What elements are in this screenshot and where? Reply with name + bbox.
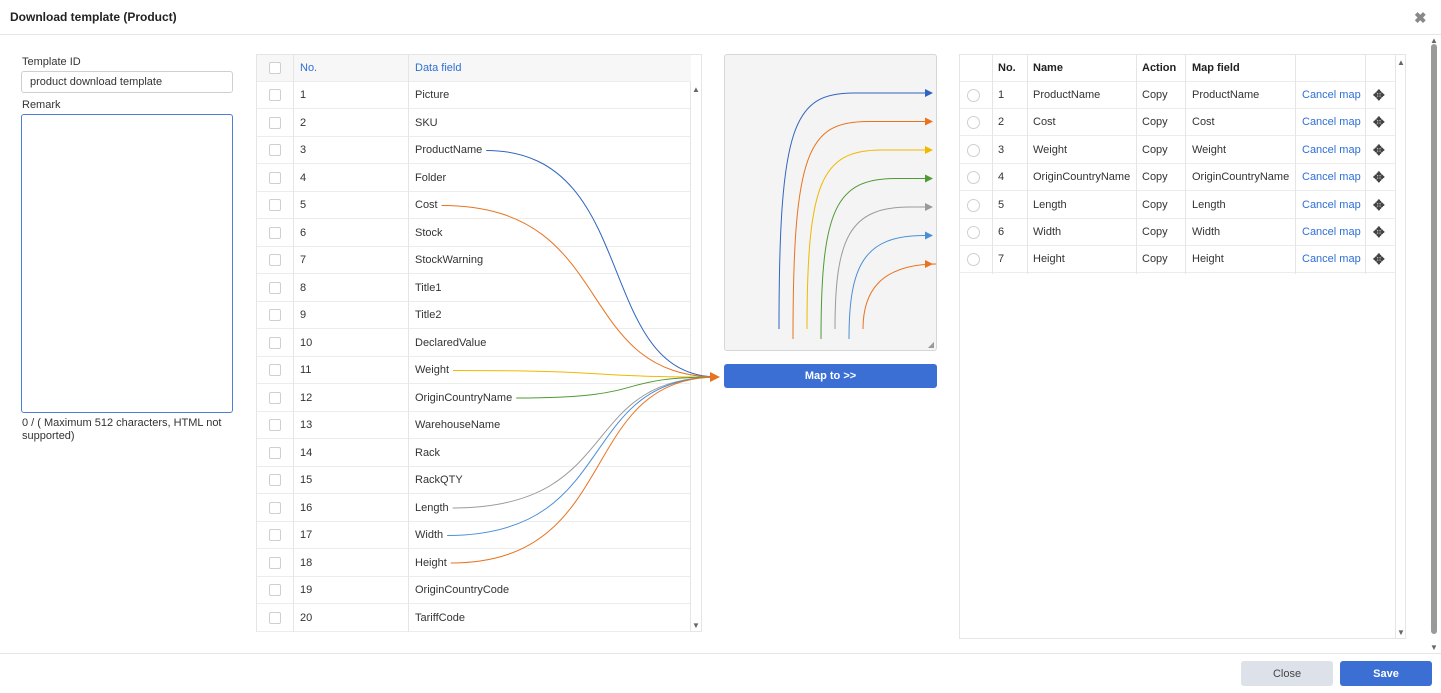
row-name: Cost [1033, 116, 1056, 129]
mapping-arrowhead [710, 372, 720, 382]
row-number: 2 [998, 116, 1005, 129]
column-divider [992, 55, 993, 274]
cancel-map-link[interactable]: Cancel map [1302, 164, 1361, 191]
drag-handle-icon[interactable]: ✥ [1373, 219, 1385, 246]
table-row[interactable]: 5 Length Copy Length Cancel map ✥ [960, 192, 1395, 219]
preview-arrowhead [925, 146, 933, 154]
column-divider [1365, 55, 1366, 274]
scroll-up-arrow[interactable]: ▲ [1397, 58, 1405, 67]
target-table-header: No. Name Action Map field [960, 55, 1395, 82]
row-radio[interactable] [967, 171, 980, 185]
row-number: 4 [998, 171, 1005, 184]
preview-arrow-line [792, 121, 925, 340]
preview-arrow-line [862, 263, 936, 330]
row-map-field: Length [1192, 198, 1226, 211]
row-action: Copy [1142, 226, 1168, 238]
mapping-line [486, 150, 719, 378]
column-divider [1185, 55, 1186, 274]
page-scrollbar-thumb[interactable] [1431, 44, 1437, 634]
row-map-field: Height [1192, 253, 1224, 266]
row-name: Length [1033, 198, 1067, 211]
cancel-map-link[interactable]: Cancel map [1302, 82, 1361, 109]
preview-arrow-line [848, 235, 925, 340]
table-row[interactable]: 7 Height Copy Height Cancel map ✥ [960, 246, 1395, 274]
row-number: 6 [998, 226, 1005, 238]
cancel-map-link[interactable]: Cancel map [1302, 219, 1361, 246]
table-row[interactable]: 6 Width Copy Width Cancel map ✥ [960, 219, 1395, 246]
table-row[interactable]: 2 Cost Copy Cost Cancel map ✥ [960, 109, 1395, 137]
mapping-preview-box: ◢ [724, 54, 937, 351]
action-column-header: Action [1142, 62, 1177, 74]
no-column-header: No. [998, 62, 1016, 74]
row-action: Copy [1142, 253, 1168, 266]
row-action: Copy [1142, 143, 1168, 156]
name-column-header: Name [1033, 62, 1063, 74]
row-map-field: Weight [1192, 143, 1227, 156]
mapping-preview-arrows [778, 89, 936, 340]
preview-arrowhead [925, 203, 933, 211]
row-radio[interactable] [967, 116, 980, 130]
column-divider [1136, 55, 1137, 274]
mapping-line [441, 205, 719, 378]
drag-handle-icon[interactable]: ✥ [1373, 164, 1385, 191]
row-radio[interactable] [967, 253, 980, 267]
row-radio[interactable] [967, 198, 980, 212]
row-action: Copy [1142, 198, 1168, 211]
preview-arrowhead [925, 231, 933, 240]
map-to-button[interactable]: Map to >> [724, 364, 937, 388]
close-button[interactable]: Close [1241, 661, 1333, 686]
target-mapping-table: No. Name Action Map field 1 ProductName Co… [959, 54, 1406, 639]
row-radio[interactable] [967, 143, 980, 157]
footer-divider [0, 653, 1441, 654]
drag-handle-icon[interactable]: ✥ [1373, 137, 1385, 164]
table-row[interactable]: 4 OriginCountryName Copy OriginCountryName C… [960, 164, 1395, 192]
row-action: Copy [1142, 116, 1168, 129]
row-map-field: ProductName [1192, 89, 1260, 101]
drag-handle-icon[interactable]: ✥ [1373, 109, 1385, 136]
row-name: Height [1033, 253, 1065, 266]
row-radio[interactable] [967, 226, 980, 239]
preview-arrow-line [820, 178, 925, 340]
row-radio[interactable] [967, 89, 980, 102]
row-name: ProductName [1033, 89, 1101, 101]
resize-handle-icon[interactable]: ◢ [928, 340, 934, 349]
preview-arrowhead [925, 117, 933, 126]
row-name: Width [1033, 226, 1062, 238]
preview-arrow-line [806, 149, 925, 330]
row-map-field: Width [1192, 226, 1221, 238]
mapping-line [447, 376, 719, 536]
cancel-map-link[interactable]: Cancel map [1302, 192, 1361, 219]
table-row[interactable]: 3 Weight Copy Weight Cancel map ✥ [960, 137, 1395, 164]
column-divider [1027, 55, 1028, 274]
preview-arrowhead [925, 174, 933, 183]
drag-handle-icon[interactable]: ✥ [1373, 192, 1385, 219]
row-action: Copy [1142, 89, 1168, 101]
scrollbar-track [1395, 55, 1396, 638]
scroll-down-arrow[interactable]: ▼ [1397, 628, 1405, 637]
mapping-line [452, 376, 719, 509]
row-number: 3 [998, 143, 1005, 156]
cancel-map-link[interactable]: Cancel map [1302, 137, 1361, 164]
row-number: 5 [998, 198, 1005, 211]
map-field-column-header: Map field [1192, 62, 1240, 74]
column-divider [1295, 55, 1296, 274]
table-row[interactable]: 1 ProductName Copy ProductName Cancel map ✥ [960, 82, 1395, 109]
page-scroll-up-arrow[interactable]: ▲ [1430, 36, 1438, 45]
row-number: 7 [998, 253, 1005, 266]
row-name: Weight [1033, 143, 1068, 156]
preview-arrowhead [925, 89, 933, 97]
save-button[interactable]: Save [1340, 661, 1432, 686]
row-name: OriginCountryName [1033, 171, 1131, 184]
drag-handle-icon[interactable]: ✥ [1373, 246, 1385, 273]
preview-arrow-line [834, 206, 925, 330]
cancel-map-link[interactable]: Cancel map [1302, 246, 1361, 273]
preview-arrowhead [925, 260, 933, 268]
row-action: Copy [1142, 171, 1168, 184]
row-map-field: Cost [1192, 116, 1215, 129]
cancel-map-link[interactable]: Cancel map [1302, 109, 1361, 136]
page-scroll-down-arrow[interactable]: ▼ [1430, 643, 1438, 652]
row-map-field: OriginCountryName [1192, 171, 1290, 184]
row-number: 1 [998, 89, 1005, 101]
drag-handle-icon[interactable]: ✥ [1373, 82, 1385, 109]
